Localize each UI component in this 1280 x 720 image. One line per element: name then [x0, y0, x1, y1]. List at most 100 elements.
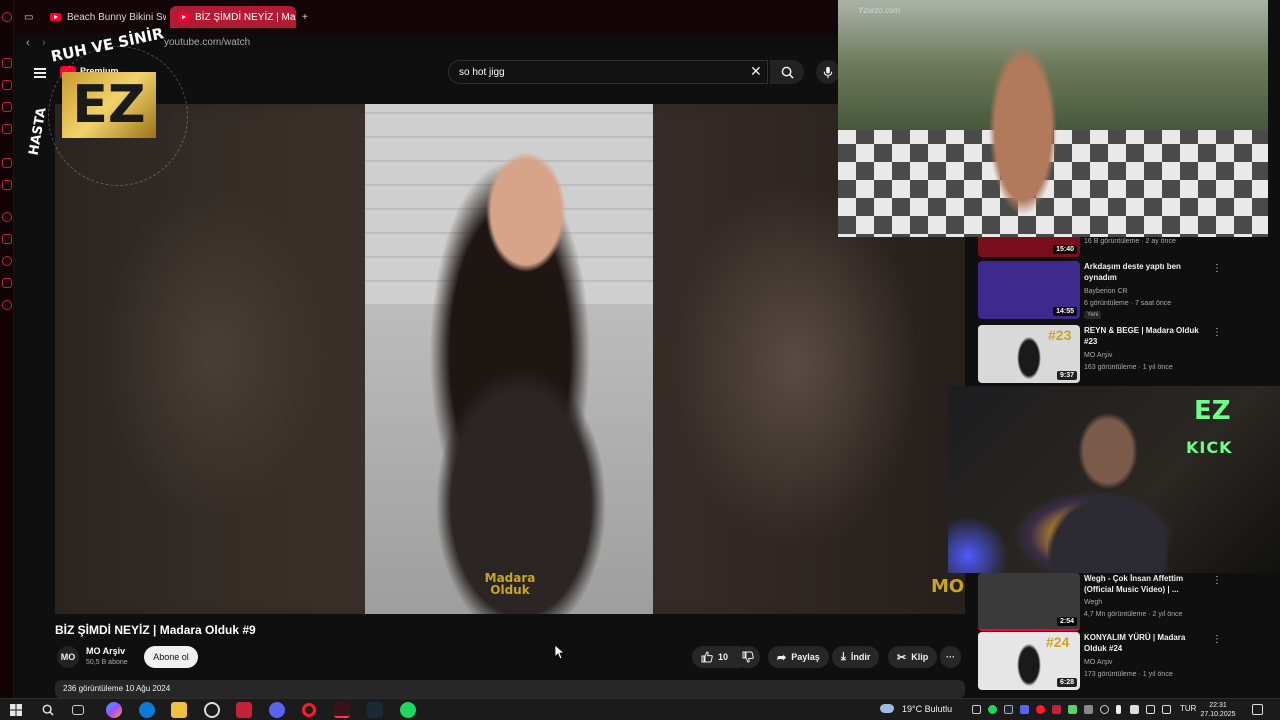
channel-avatar[interactable]: MO [57, 646, 79, 668]
search-icon [781, 66, 794, 79]
spotify-icon[interactable] [400, 702, 416, 718]
tray-icon[interactable] [1084, 705, 1093, 714]
kebab-menu-icon[interactable]: ⋮ [1212, 327, 1222, 338]
video-meta: 16 B görüntüleme · 2 ay önce [1084, 238, 1176, 245]
wifi-icon[interactable] [1146, 705, 1155, 714]
mo-corner-watermark: MO [931, 576, 965, 597]
list-item[interactable]: 14:55 Arkdaşım deste yaptı ben oynadım B… [978, 261, 1268, 323]
video-thumbnail[interactable]: 2:54 [978, 573, 1080, 631]
twitch-icon[interactable] [2, 180, 12, 190]
steam-tray-icon[interactable] [1004, 705, 1013, 714]
list-item[interactable]: 15:40 16 B görüntüleme · 2 ay önce [978, 237, 1268, 257]
video-thumbnail[interactable]: #24 6:28 [978, 632, 1080, 690]
search-icon[interactable] [40, 702, 56, 718]
logo-side-text: HASTA [26, 106, 50, 157]
share-icon: ➦ [777, 651, 787, 664]
list-item[interactable]: 2:54 Wegh - Çok İnsan Affettim (Official… [978, 573, 1268, 635]
kebab-menu-icon[interactable]: ⋮ [1212, 263, 1222, 274]
scene-watermark: Yzorzo.com [858, 6, 901, 15]
microphone-icon[interactable] [1116, 705, 1121, 714]
mouse-cursor-icon [555, 645, 564, 659]
opera-logo-icon[interactable] [2, 12, 12, 22]
share-button[interactable]: ➦ Paylaş [768, 646, 829, 668]
streamer-webcam: EZ KICK [948, 386, 1280, 573]
opera-icon[interactable] [302, 703, 316, 717]
dislike-button[interactable] [736, 646, 760, 668]
video-frame: Madara Olduk [365, 104, 653, 614]
download-label: İndir [850, 652, 871, 662]
sidebar-app-icon[interactable] [2, 212, 12, 222]
discord-tray-icon[interactable] [1020, 705, 1029, 714]
tab-biz-simdi-neyiz[interactable]: BİZ ŞİMDİ NEYİZ | Ma [170, 6, 296, 28]
channel-name[interactable]: MO Arşiv [1084, 352, 1112, 359]
video-title[interactable]: Wegh - Çok İnsan Affettim (Official Musi… [1084, 573, 1210, 595]
search-input[interactable]: so hot jigg [448, 60, 768, 84]
task-view-icon[interactable] [72, 705, 84, 715]
channel-name[interactable]: MO Arşiv [1084, 659, 1112, 666]
video-meta: 163 görüntüleme · 1 yıl önce [1084, 364, 1173, 371]
tray-icon[interactable] [1036, 705, 1045, 714]
description-box[interactable]: 236 görüntüleme 10 Ağu 2024 [55, 680, 965, 698]
voice-search-button[interactable] [816, 60, 840, 84]
copilot-icon[interactable] [106, 702, 122, 718]
spotify-tray-icon[interactable] [988, 705, 997, 714]
voicemod-icon[interactable] [236, 702, 252, 718]
thumbnail-person [1014, 640, 1044, 690]
sidebar-app-icon[interactable] [2, 158, 12, 168]
channel-name[interactable]: Wegh [1084, 599, 1102, 606]
video-thumbnail[interactable]: 15:40 [978, 237, 1080, 257]
channel-name[interactable]: Bayberion CR [1084, 288, 1128, 295]
video-meta: 173 görüntüleme · 1 yıl önce [1084, 671, 1173, 678]
share-label: Paylaş [791, 652, 820, 662]
file-explorer-icon[interactable] [171, 702, 187, 718]
kebab-menu-icon[interactable]: ⋮ [1212, 634, 1222, 645]
sidebar-app-icon[interactable] [2, 234, 12, 244]
tab-beach-bunny[interactable]: Beach Bunny Bikini Swim [42, 6, 166, 28]
system-clock[interactable]: 22:31 27.10.2025 [1198, 701, 1238, 719]
sidebar-app-icon[interactable] [2, 124, 12, 134]
history-icon[interactable] [2, 256, 12, 266]
sidebar-app-icon[interactable] [2, 58, 12, 68]
sidebar-app-icon[interactable] [2, 102, 12, 112]
windows-start-icon[interactable] [8, 702, 24, 718]
tray-icon[interactable] [1052, 705, 1061, 714]
discord-icon[interactable] [269, 702, 285, 718]
channel-name[interactable]: MO Arşiv [86, 646, 125, 656]
video-title[interactable]: Arkdaşım deste yaptı ben oynadım [1084, 261, 1210, 283]
list-item[interactable]: #23 9:37 REYN & BEGE | Madara Olduk #23 … [978, 325, 1268, 387]
episode-overlay: #23 [1048, 327, 1072, 343]
language-indicator[interactable]: TUR [1180, 704, 1196, 713]
sidebar-app-icon[interactable] [2, 278, 12, 288]
new-tab-button[interactable]: + [298, 6, 318, 28]
clip-button[interactable]: ✂ Klip [888, 646, 938, 668]
tray-icon[interactable] [972, 705, 981, 714]
cloud-icon [880, 704, 894, 713]
search-button[interactable] [770, 60, 804, 84]
obs-icon[interactable] [204, 702, 220, 718]
list-item[interactable]: #24 6:28 KONYALIM YÜRÜ | Madara Olduk #2… [978, 632, 1268, 694]
download-button[interactable]: ⤓ İndir [832, 646, 880, 668]
kebab-menu-icon[interactable]: ⋮ [1212, 575, 1222, 586]
sidebar-app-icon[interactable] [2, 80, 12, 90]
video-thumbnail[interactable]: #23 9:37 [978, 325, 1080, 383]
video-title[interactable]: KONYALIM YÜRÜ | Madara Olduk #24 [1084, 632, 1210, 654]
duration-badge: 9:37 [1056, 371, 1077, 380]
tray-icon[interactable] [1068, 705, 1077, 714]
scissors-icon: ✂ [897, 651, 907, 664]
volume-icon[interactable] [1162, 705, 1171, 714]
steam-icon[interactable] [367, 702, 383, 718]
more-actions-button[interactable]: ··· [940, 646, 961, 668]
subscribe-button[interactable]: Abone ol [144, 646, 198, 668]
clear-search-icon[interactable]: ✕ [750, 64, 762, 78]
weather-text[interactable]: 19°C Bulutlu [902, 704, 952, 714]
tray-icon[interactable] [1100, 705, 1109, 714]
tray-icon[interactable] [1130, 705, 1139, 714]
youtube-favicon-icon [178, 13, 189, 21]
video-thumbnail[interactable]: 14:55 [978, 261, 1080, 319]
video-title[interactable]: REYN & BEGE | Madara Olduk #23 [1084, 325, 1210, 347]
edge-icon[interactable] [139, 702, 155, 718]
settings-icon[interactable] [2, 300, 12, 310]
opera-gx-icon[interactable] [334, 702, 350, 718]
notification-icon[interactable] [1252, 704, 1263, 715]
tab-menu-icon[interactable]: ▭ [24, 6, 40, 28]
